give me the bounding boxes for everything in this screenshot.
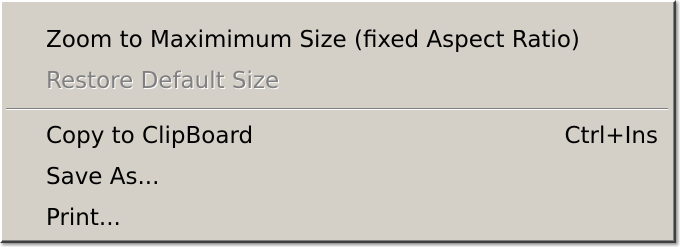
- menu-item-restore-default-size: Restore Default Size: [4, 61, 672, 101]
- menu-item-label: Save As...: [46, 164, 160, 190]
- menu-item-shortcut: Ctrl+Ins: [564, 123, 658, 149]
- menu-item-zoom-to-maximum-size[interactable]: Zoom to Maximimum Size (fixed Aspect Rat…: [4, 20, 672, 60]
- menu-item-print[interactable]: Print...: [4, 198, 672, 238]
- menu-item-label: Zoom to Maximimum Size (fixed Aspect Rat…: [46, 27, 580, 53]
- menu-separator: [6, 108, 668, 110]
- menu-item-label: Restore Default Size: [46, 68, 280, 94]
- menu-item-save-as[interactable]: Save As...: [4, 157, 672, 197]
- menu-item-label: Print...: [46, 205, 121, 231]
- menu-item-copy-to-clipboard[interactable]: Copy to ClipBoard Ctrl+Ins: [4, 116, 672, 156]
- context-menu: Zoom to Maximimum Size (fixed Aspect Rat…: [0, 0, 676, 243]
- menu-item-label: Copy to ClipBoard: [46, 123, 254, 149]
